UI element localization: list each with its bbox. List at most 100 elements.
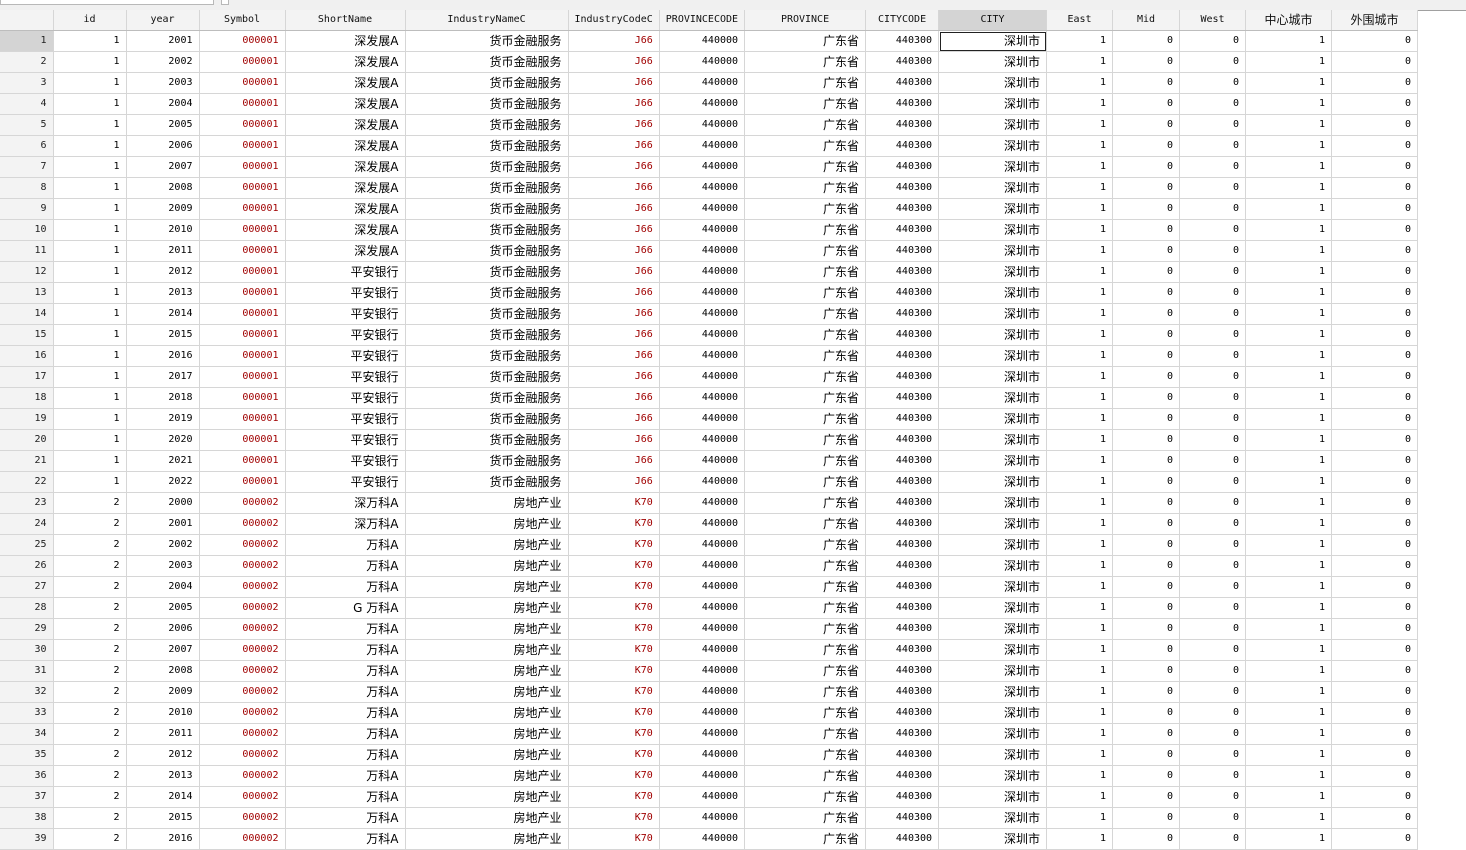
row-number[interactable]: 22: [0, 471, 54, 493]
cell-industrycodec[interactable]: K70: [568, 597, 660, 619]
cell-west[interactable]: 0: [1179, 513, 1247, 535]
cell-west[interactable]: 0: [1179, 366, 1247, 388]
cell-id[interactable]: 1: [53, 366, 127, 388]
row-number[interactable]: 2: [0, 51, 54, 73]
column-header-id[interactable]: id: [53, 10, 127, 31]
cell-west[interactable]: 0: [1179, 219, 1247, 241]
cell-east[interactable]: 1: [1046, 261, 1114, 283]
row-number[interactable]: 5: [0, 114, 54, 136]
row-number[interactable]: 23: [0, 492, 54, 514]
cell-symbol[interactable]: 000002: [199, 681, 286, 703]
cell-west[interactable]: 0: [1179, 744, 1247, 766]
cell-mid[interactable]: 0: [1112, 51, 1181, 73]
cell-mid[interactable]: 0: [1112, 156, 1181, 178]
cell-citycode[interactable]: 440300: [865, 639, 940, 661]
cell-industrynamec[interactable]: 货币金融服务: [405, 93, 569, 115]
cell-industrycodec[interactable]: J66: [568, 156, 660, 178]
column-header-province[interactable]: PROVINCE: [744, 10, 867, 31]
cell-city[interactable]: 深圳市: [938, 72, 1048, 94]
cell-citycode[interactable]: 440300: [865, 156, 940, 178]
cell-province[interactable]: 广东省: [744, 702, 867, 724]
cell-id[interactable]: 1: [53, 471, 127, 493]
cell-city[interactable]: 深圳市: [938, 366, 1048, 388]
cell-province[interactable]: 广东省: [744, 114, 867, 136]
cell-west[interactable]: 0: [1179, 597, 1247, 619]
cell-city[interactable]: 深圳市: [938, 765, 1048, 787]
row-number[interactable]: 20: [0, 429, 54, 451]
cell-city[interactable]: 深圳市: [938, 30, 1048, 52]
cell-industrycodec[interactable]: K70: [568, 723, 660, 745]
cell-shortname[interactable]: 万科A: [285, 618, 406, 640]
cell-shortname[interactable]: 万科A: [285, 639, 406, 661]
cell-city[interactable]: 深圳市: [938, 387, 1048, 409]
column-header-west[interactable]: West: [1179, 10, 1247, 31]
cell-industrycodec[interactable]: J66: [568, 429, 660, 451]
cell-province[interactable]: 广东省: [744, 471, 867, 493]
cell-中心城市[interactable]: 1: [1245, 51, 1333, 73]
cell-industrycodec[interactable]: J66: [568, 345, 660, 367]
cell-symbol[interactable]: 000002: [199, 807, 286, 829]
cell-symbol[interactable]: 000001: [199, 282, 286, 304]
cell-citycode[interactable]: 440300: [865, 828, 940, 850]
cell-mid[interactable]: 0: [1112, 618, 1181, 640]
cell-citycode[interactable]: 440300: [865, 72, 940, 94]
cell-symbol[interactable]: 000002: [199, 660, 286, 682]
cell-外围城市[interactable]: 0: [1331, 828, 1419, 850]
cell-year[interactable]: 2006: [126, 618, 200, 640]
cell-east[interactable]: 1: [1046, 198, 1114, 220]
cell-中心城市[interactable]: 1: [1245, 219, 1333, 241]
cell-provincecode[interactable]: 440000: [659, 72, 746, 94]
cell-symbol[interactable]: 000002: [199, 555, 286, 577]
row-number[interactable]: 3: [0, 72, 54, 94]
cell-province[interactable]: 广东省: [744, 303, 867, 325]
cell-west[interactable]: 0: [1179, 240, 1247, 262]
cell-mid[interactable]: 0: [1112, 597, 1181, 619]
cell-east[interactable]: 1: [1046, 807, 1114, 829]
cell-symbol[interactable]: 000002: [199, 786, 286, 808]
cell-shortname[interactable]: 平安银行: [285, 408, 406, 430]
cell-city[interactable]: 深圳市: [938, 639, 1048, 661]
row-number[interactable]: 35: [0, 744, 54, 766]
cell-shortname[interactable]: 万科A: [285, 807, 406, 829]
cell-province[interactable]: 广东省: [744, 261, 867, 283]
cell-city[interactable]: 深圳市: [938, 408, 1048, 430]
cell-外围城市[interactable]: 0: [1331, 702, 1419, 724]
cell-east[interactable]: 1: [1046, 786, 1114, 808]
cell-中心城市[interactable]: 1: [1245, 93, 1333, 115]
cell-east[interactable]: 1: [1046, 324, 1114, 346]
cell-provincecode[interactable]: 440000: [659, 135, 746, 157]
cell-year[interactable]: 2001: [126, 30, 200, 52]
cell-year[interactable]: 2004: [126, 576, 200, 598]
cell-industrycodec[interactable]: K70: [568, 744, 660, 766]
cell-provincecode[interactable]: 440000: [659, 681, 746, 703]
cell-id[interactable]: 1: [53, 429, 127, 451]
cell-citycode[interactable]: 440300: [865, 702, 940, 724]
cell-industrynamec[interactable]: 货币金融服务: [405, 177, 569, 199]
cell-province[interactable]: 广东省: [744, 93, 867, 115]
cell-industrynamec[interactable]: 货币金融服务: [405, 156, 569, 178]
cell-shortname[interactable]: 万科A: [285, 660, 406, 682]
row-number[interactable]: 14: [0, 303, 54, 325]
cell-province[interactable]: 广东省: [744, 72, 867, 94]
cell-mid[interactable]: 0: [1112, 72, 1181, 94]
cell-provincecode[interactable]: 440000: [659, 492, 746, 514]
cell-id[interactable]: 1: [53, 51, 127, 73]
cell-year[interactable]: 2015: [126, 807, 200, 829]
cell-shortname[interactable]: 平安银行: [285, 471, 406, 493]
cell-year[interactable]: 2009: [126, 198, 200, 220]
cell-west[interactable]: 0: [1179, 555, 1247, 577]
cell-provincecode[interactable]: 440000: [659, 576, 746, 598]
cell-west[interactable]: 0: [1179, 534, 1247, 556]
cell-west[interactable]: 0: [1179, 471, 1247, 493]
cell-province[interactable]: 广东省: [744, 429, 867, 451]
cell-industrycodec[interactable]: J66: [568, 93, 660, 115]
cell-west[interactable]: 0: [1179, 30, 1247, 52]
cell-west[interactable]: 0: [1179, 261, 1247, 283]
column-header-city[interactable]: CITY: [938, 10, 1048, 31]
column-header-year[interactable]: year: [126, 10, 200, 31]
cell-外围城市[interactable]: 0: [1331, 387, 1419, 409]
cell-citycode[interactable]: 440300: [865, 408, 940, 430]
cell-province[interactable]: 广东省: [744, 513, 867, 535]
cell-east[interactable]: 1: [1046, 660, 1114, 682]
row-number[interactable]: 7: [0, 156, 54, 178]
